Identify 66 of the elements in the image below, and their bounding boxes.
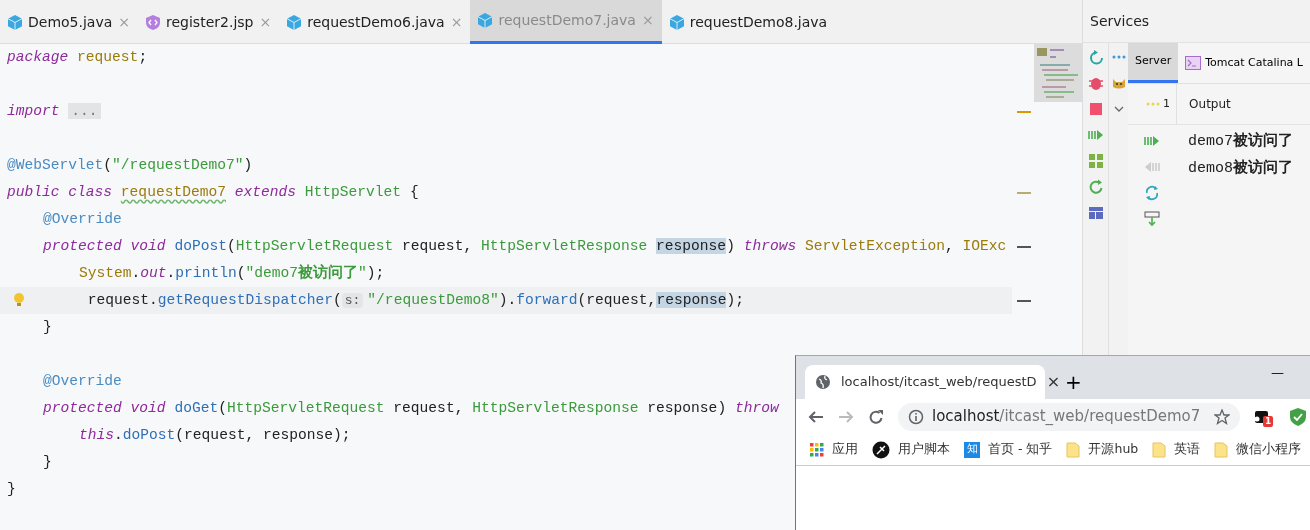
cube-icon [478,13,493,28]
cube-icon [669,14,684,30]
code-line: protected void doGet(HttpServletRequest request, HttpServletResponse response) throw [42,399,779,418]
dots-icon [1146,102,1161,106]
code-line: protected void doPost(HttpServletRequest request, HttpServletResponse response) throws ServletException, IOExc [42,237,1007,256]
cube-icon [8,14,22,30]
close-icon[interactable]: × [1046,370,1061,394]
back-icon[interactable] [1144,159,1161,175]
code-line: @Override [42,210,122,229]
bookmark-link[interactable]: 知 首页 - 知乎 [964,440,1053,459]
panel-tab[interactable]: Server [1128,43,1179,83]
grid-icon[interactable] [1087,153,1104,169]
bookmark-link[interactable]: 微信小程序 [1214,440,1302,459]
panel-tab[interactable]: Tomcat Catalina L [1178,43,1310,83]
refresh-icon[interactable] [1087,179,1104,195]
deploy-icon[interactable] [1087,127,1104,143]
feather-icon [872,440,890,459]
code-line: package request; [6,48,148,67]
forward-arrow-icon[interactable] [838,408,854,425]
info-icon [908,408,924,425]
minimize-button[interactable]: — [1265,362,1290,384]
tab-title: localhost/itcast_web/requestD [841,373,1037,392]
code-line: this.doPost(request, response); [78,426,351,445]
star-icon[interactable] [1214,408,1230,425]
bookmark-link[interactable]: 开源hub [1066,440,1139,459]
count-label: 1 [1163,95,1171,112]
layout-icon[interactable] [1087,205,1104,221]
bookmark-link[interactable]: 用户脚本 [872,440,950,459]
stop-icon[interactable] [1087,101,1104,117]
notification-badge: 1 [1263,415,1274,427]
code-line: } [42,453,52,472]
editor-tab[interactable]: requestDemo6.java × [279,0,471,44]
address-bar[interactable]: localhost/itcast_web/requestDemo7 [898,402,1240,431]
folder-icon [1214,441,1229,458]
console-line: demo7被访问了 [1188,131,1294,152]
cube-icon [287,14,302,30]
folder-icon [1152,441,1167,458]
back-arrow-icon[interactable] [808,408,824,425]
console-icon [1185,56,1202,70]
code-line: @Override [42,372,122,391]
reload-icon[interactable] [868,408,884,425]
column-header: Output [1176,83,1231,125]
bookmark-link[interactable]: 应用 [810,440,858,459]
code-line: } [6,480,16,499]
panel-title: Services [1090,11,1150,31]
shield-check-icon[interactable] [1290,407,1306,426]
new-tab-button[interactable]: + [1059,365,1088,399]
editor-tab[interactable]: Demo5.java × [0,0,139,44]
code-line: System.out.println("demo7被访问了"); [78,263,385,283]
editor-tab[interactable]: register2.jsp × [138,0,280,44]
rerun-icon[interactable] [1087,49,1104,65]
shield-icon [146,14,161,30]
resume-icon[interactable] [1144,133,1161,149]
code-line: public class requestDemo7 extends HttpServlet { [6,183,419,202]
code-line: @WebServlet("/requestDemo7") [6,156,253,175]
grid-icon [810,442,824,457]
scroll-end-icon[interactable] [1144,211,1161,227]
code-line: import ... [0,98,101,125]
bug-icon[interactable] [1087,75,1104,91]
editor-tab[interactable]: requestDemo8.java [661,0,836,44]
code-line: } [42,318,52,337]
zhihu-icon: 知 [964,441,980,458]
sync-icon[interactable] [1144,185,1161,201]
globe-icon [815,374,831,390]
console-line: demo8被访问了 [1188,158,1294,179]
bookmark-link[interactable]: 英语 [1152,440,1201,459]
